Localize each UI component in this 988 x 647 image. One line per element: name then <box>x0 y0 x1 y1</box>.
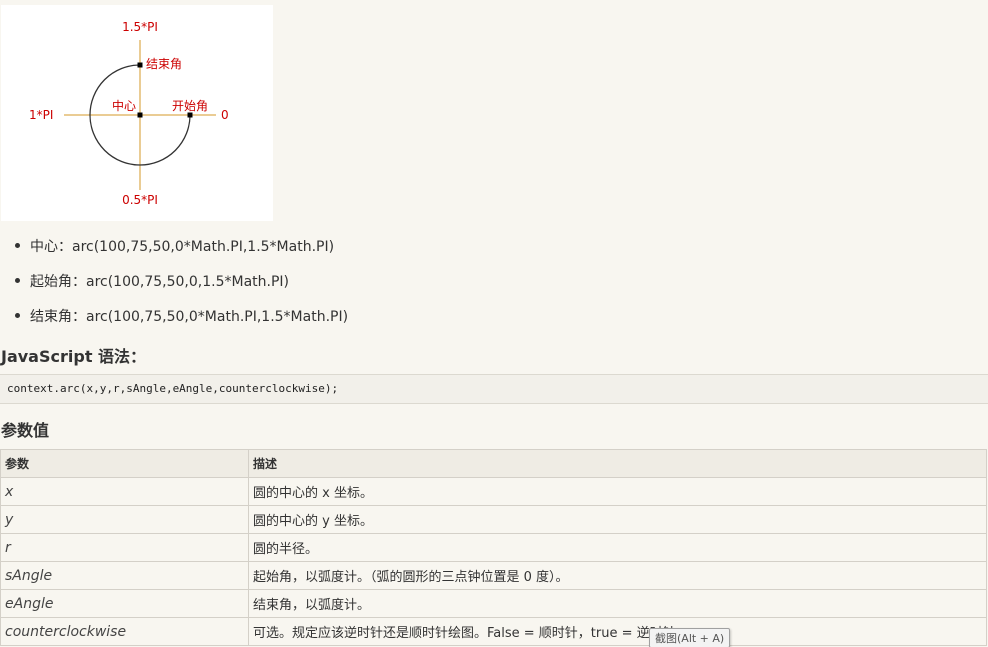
bullet-dot-icon <box>15 313 20 318</box>
code-text: context.arc(x,y,r,sAngle,eAngle,counterc… <box>7 382 339 395</box>
param-name: r <box>0 533 249 562</box>
code-block: context.arc(x,y,r,sAngle,eAngle,counterc… <box>0 374 988 404</box>
label-start-angle: 开始角 <box>172 99 208 113</box>
end-point <box>137 62 143 68</box>
params-table: 参数 描述 x 圆的中心的 x 坐标。 y 圆的中心的 y 坐标。 r 圆的半径… <box>0 449 987 646</box>
center-point <box>137 112 143 118</box>
table-row: sAngle 起始角，以弧度计。（弧的圆形的三点钟位置是 0 度）。 <box>0 561 987 590</box>
param-desc: 可选。规定应该逆时针还是顺时针绘图。False = 顺时针，true = 逆时针… <box>248 617 987 646</box>
param-name: y <box>0 505 249 534</box>
screenshot-tooltip: 截图(Alt + A) <box>649 628 731 647</box>
param-name: x <box>0 477 249 506</box>
bullet-dot-icon <box>15 243 20 248</box>
params-heading: 参数值 <box>1 421 50 440</box>
syntax-heading: JavaScript 语法： <box>1 347 147 366</box>
param-desc: 圆的中心的 y 坐标。 <box>248 505 987 534</box>
bullet-dot-icon <box>15 278 20 283</box>
table-header-row: 参数 描述 <box>0 449 987 478</box>
start-point <box>187 112 193 118</box>
table-row: r 圆的半径。 <box>0 533 987 562</box>
param-desc: 圆的中心的 x 坐标。 <box>248 477 987 506</box>
label-center: 中心 <box>112 98 136 113</box>
param-name: eAngle <box>0 589 249 618</box>
table-row: counterclockwise 可选。规定应该逆时针还是顺时针绘图。False… <box>0 617 987 646</box>
arc-diagram-svg: 1.5*PI 1*PI 0 0.5*PI 结束角 开始角 中心 <box>29 20 229 207</box>
table-row: eAngle 结束角，以弧度计。 <box>0 589 987 618</box>
list-item-text: 中心：arc(100,75,50,0*Math.PI,1.5*Math.PI) <box>30 239 335 255</box>
label-end-angle: 结束角 <box>146 57 182 71</box>
label-bottom: 0.5*PI <box>122 193 158 207</box>
label-top: 1.5*PI <box>122 20 158 34</box>
param-desc: 圆的半径。 <box>248 533 987 562</box>
column-header-param: 参数 <box>0 449 249 478</box>
column-header-desc: 描述 <box>248 449 987 478</box>
table-row: x 圆的中心的 x 坐标。 <box>0 477 987 506</box>
param-desc: 结束角，以弧度计。 <box>248 589 987 618</box>
param-name: counterclockwise <box>0 617 249 646</box>
param-name: sAngle <box>0 561 249 590</box>
list-item-text: 结束角：arc(100,75,50,0*Math.PI,1.5*Math.PI) <box>30 309 349 325</box>
label-left: 1*PI <box>29 108 53 122</box>
param-desc: 起始角，以弧度计。（弧的圆形的三点钟位置是 0 度）。 <box>248 561 987 590</box>
list-item-text: 起始角：arc(100,75,50,0,1.5*Math.PI) <box>30 274 290 290</box>
table-row: y 圆的中心的 y 坐标。 <box>0 505 987 534</box>
label-right: 0 <box>221 108 229 122</box>
page: 1.5*PI 1*PI 0 0.5*PI 结束角 开始角 中心 中心：arc(1… <box>0 0 988 647</box>
arc-diagram: 1.5*PI 1*PI 0 0.5*PI 结束角 开始角 中心 <box>1 5 273 221</box>
